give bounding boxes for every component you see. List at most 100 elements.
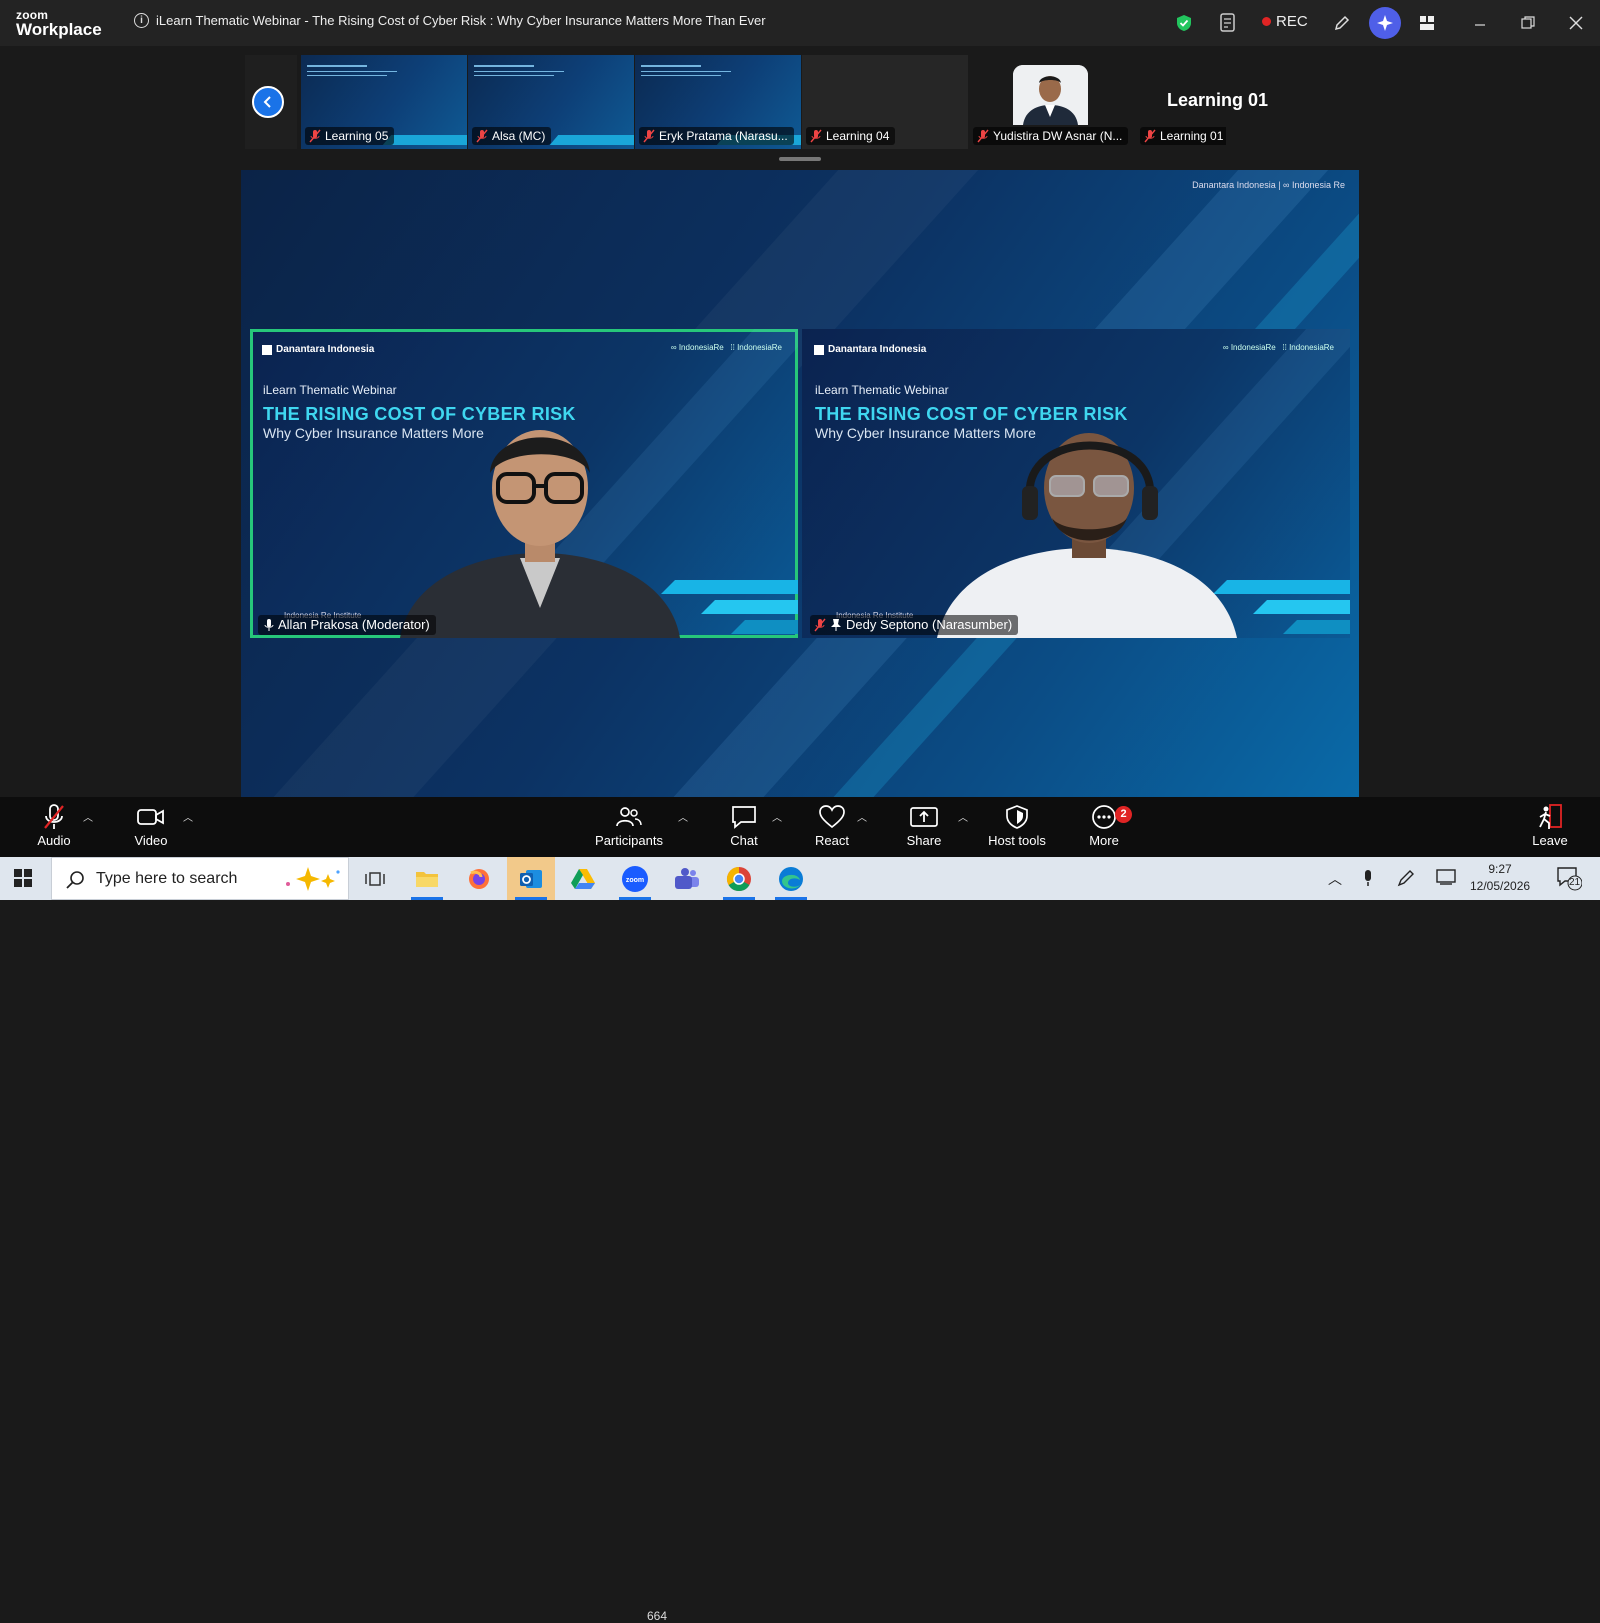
danantara-logo: Danantara Indonesia bbox=[814, 345, 926, 355]
chevron-left-icon bbox=[263, 96, 271, 108]
mic-muted-icon bbox=[476, 129, 488, 143]
taskbar-search[interactable]: Type here to search bbox=[51, 857, 349, 900]
participant-name-label: Dedy Septono (Narasumber) bbox=[810, 615, 1019, 635]
brand-text: Danantara Indonesia bbox=[828, 344, 927, 355]
close-icon[interactable] bbox=[1565, 12, 1587, 34]
rec-label: REC bbox=[1276, 13, 1308, 30]
camera-icon bbox=[137, 809, 164, 825]
chrome-icon[interactable] bbox=[715, 857, 763, 900]
outlook-icon[interactable] bbox=[507, 857, 555, 900]
windows-taskbar: Type here to search zoom ︿ 9:27 12/05/20… bbox=[0, 857, 1600, 900]
video-options-caret-icon[interactable]: ︿ bbox=[183, 809, 193, 824]
mic-muted-icon bbox=[309, 129, 321, 143]
indonesia-re-logo: ∞ IndonesiaRe ⁞⁞ IndonesiaRe bbox=[1222, 343, 1334, 352]
windows-start-icon[interactable] bbox=[14, 869, 32, 892]
search-placeholder: Type here to search bbox=[96, 870, 238, 887]
display-tray-icon[interactable] bbox=[1436, 869, 1456, 888]
audio-button[interactable]: Audio bbox=[14, 802, 94, 848]
clock-date: 12/05/2026 bbox=[1470, 879, 1531, 893]
sponsor-brand-text: Danantara Indonesia bbox=[1192, 180, 1276, 190]
share-options-caret-icon[interactable]: ︿ bbox=[958, 809, 968, 824]
thumbnail-name-label: Yudistira DW Asnar (N... bbox=[973, 127, 1129, 145]
info-icon[interactable]: i bbox=[134, 13, 149, 28]
thumbnail-name-label: Learning 05 bbox=[305, 127, 395, 145]
thumbnail-name: Eryk Pratama (Narasu... bbox=[659, 129, 788, 143]
thumbnail-name-label: Eryk Pratama (Narasu... bbox=[639, 127, 794, 145]
thumbnail-name-label: Alsa (MC) bbox=[472, 127, 552, 145]
pen-tray-icon[interactable] bbox=[1397, 869, 1415, 890]
participants-button[interactable]: Participants bbox=[589, 802, 669, 848]
slide-subtitle: iLearn Thematic Webinar bbox=[263, 383, 397, 397]
thumbnail-name: Learning 04 bbox=[826, 129, 890, 143]
indonesia-re-logo: ∞ IndonesiaRe ⁞⁞ IndonesiaRe bbox=[670, 343, 782, 352]
edge-icon[interactable] bbox=[767, 857, 815, 900]
apps-icon[interactable] bbox=[1416, 12, 1438, 34]
participants-icon bbox=[616, 807, 642, 827]
participant-video bbox=[400, 430, 680, 638]
participant-name: Allan Prakosa (Moderator) bbox=[278, 617, 430, 632]
search-highlight-icon bbox=[286, 867, 340, 891]
chat-icon bbox=[732, 806, 756, 829]
filmstrip-prev-button[interactable] bbox=[252, 86, 284, 118]
search-icon bbox=[66, 871, 84, 889]
audio-options-caret-icon[interactable]: ︿ bbox=[83, 809, 93, 824]
video-tile-speaker[interactable]: Danantara Indonesia ∞ IndonesiaRe ⁞⁞ Ind… bbox=[802, 329, 1350, 638]
more-button[interactable]: More bbox=[1064, 802, 1144, 848]
recording-indicator[interactable]: REC bbox=[1262, 13, 1308, 30]
leave-button[interactable]: Leave bbox=[1510, 802, 1590, 848]
slide-subtitle: iLearn Thematic Webinar bbox=[815, 383, 949, 397]
meeting-title: iLearn Thematic Webinar - The Rising Cos… bbox=[156, 13, 766, 28]
more-label: More bbox=[1089, 833, 1119, 848]
firefox-icon[interactable] bbox=[455, 857, 503, 900]
leave-door-icon bbox=[1539, 804, 1562, 829]
teams-icon[interactable] bbox=[663, 857, 711, 900]
participant-thumbnail[interactable]: Eryk Pratama (Narasu... bbox=[635, 55, 801, 149]
host-tools-button[interactable]: Host tools bbox=[977, 802, 1057, 848]
mic-icon bbox=[264, 619, 274, 631]
active-participant-name: Learning 01 bbox=[1167, 90, 1269, 110]
participant-avatar bbox=[1013, 65, 1088, 125]
google-drive-icon[interactable] bbox=[559, 857, 607, 900]
meeting-controls: Audio ︿ Video ︿ Participants 664 ︿ Chat … bbox=[0, 797, 1600, 1623]
title-bar: zoom Workplace i iLearn Thematic Webinar… bbox=[0, 0, 1600, 46]
filmstrip-scrollbar[interactable] bbox=[779, 157, 821, 161]
zoom-logo: zoom Workplace bbox=[16, 9, 102, 38]
chat-options-caret-icon[interactable]: ︿ bbox=[772, 809, 782, 824]
minimize-icon[interactable] bbox=[1469, 12, 1491, 34]
notification-count: 21 bbox=[1569, 877, 1581, 888]
shield-check-icon[interactable] bbox=[1173, 12, 1195, 34]
file-explorer-icon[interactable] bbox=[403, 857, 451, 900]
thumbnail-name: Alsa (MC) bbox=[492, 129, 546, 143]
leave-label: Leave bbox=[1532, 833, 1568, 848]
microphone-tray-icon[interactable] bbox=[1362, 869, 1374, 890]
system-clock[interactable]: 9:27 12/05/2026 bbox=[1470, 861, 1530, 895]
host-shield-icon bbox=[1006, 805, 1028, 829]
participant-thumbnail[interactable]: Learning 04 bbox=[802, 55, 968, 149]
react-options-caret-icon[interactable]: ︿ bbox=[857, 809, 867, 824]
share-screen-icon bbox=[910, 807, 938, 827]
chat-label: Chat bbox=[730, 833, 758, 848]
thumbnail-name: Learning 01 bbox=[1160, 129, 1224, 143]
restore-icon[interactable] bbox=[1517, 12, 1539, 34]
participant-video bbox=[937, 433, 1237, 638]
svg-text:zoom: zoom bbox=[626, 877, 644, 884]
participants-options-caret-icon[interactable]: ︿ bbox=[678, 809, 688, 824]
danantara-logo: Danantara Indonesia bbox=[262, 345, 374, 355]
zoom-app-icon[interactable]: zoom bbox=[611, 857, 659, 900]
participant-thumbnail[interactable]: Alsa (MC) bbox=[468, 55, 634, 149]
video-label: Video bbox=[134, 833, 168, 848]
notes-icon[interactable] bbox=[1217, 12, 1239, 34]
participant-thumbnail[interactable]: Learning 05 bbox=[301, 55, 467, 149]
brand-text: Danantara Indonesia bbox=[276, 344, 375, 355]
pencil-icon[interactable] bbox=[1331, 12, 1353, 34]
tray-expand-icon[interactable]: ︿ bbox=[1328, 869, 1342, 889]
ai-companion-button[interactable] bbox=[1369, 7, 1401, 39]
video-button[interactable]: Video bbox=[111, 802, 191, 848]
mic-muted-icon bbox=[1144, 129, 1156, 143]
notification-center-icon[interactable]: 21 bbox=[1556, 865, 1583, 894]
share-button[interactable]: Share bbox=[884, 802, 964, 848]
video-tile-moderator[interactable]: Danantara Indonesia ∞ IndonesiaRe ⁞⁞ Ind… bbox=[250, 329, 798, 638]
task-view-icon[interactable] bbox=[351, 857, 399, 900]
participants-label: Participants bbox=[595, 833, 663, 848]
thumbnail-name: Learning 05 bbox=[325, 129, 389, 143]
